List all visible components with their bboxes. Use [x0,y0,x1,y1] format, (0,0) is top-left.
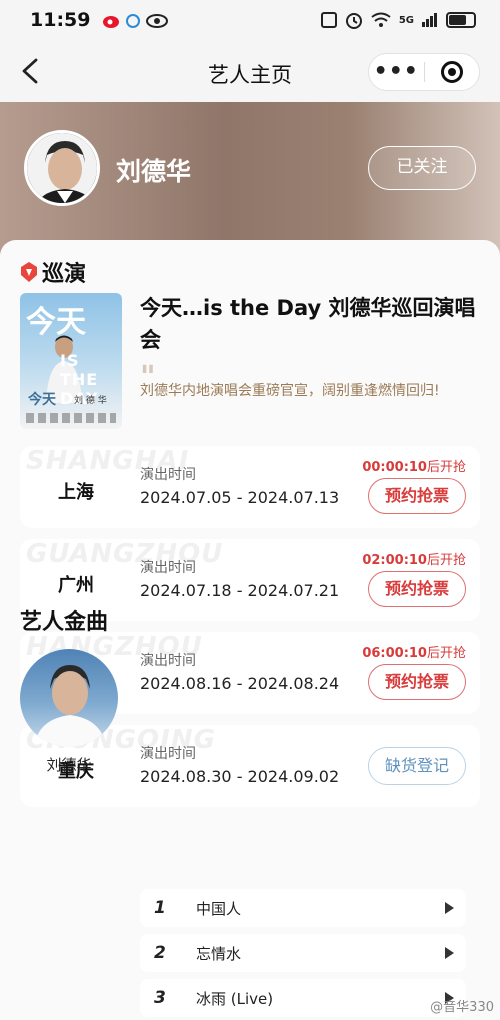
city-card-shanghai: SHANGHAI 上海 演出时间 2024.07.05 - 2024.07.13… [20,446,480,528]
concert-poster[interactable]: 今天 IS THE DAY 今天 刘 德 华 [20,293,122,429]
song-name: 冰雨 (Live) [196,990,274,1008]
eye-icon [146,14,168,28]
wifi-icon [371,12,391,27]
song-name: 中国人 [196,900,242,918]
status-bar: 11:59 5G [0,0,500,42]
countdown: 00:00:10后开抢 [362,460,466,475]
reserve-ticket-button[interactable]: 预约抢票 [368,478,466,514]
tour-header: 巡演 [20,256,86,288]
follow-button[interactable]: 已关注 [368,146,476,190]
mini-program-capsule: ••• [368,53,480,91]
poster-sponsor-logos [26,413,116,423]
song-row[interactable]: 2 忘情水 [140,934,466,972]
weibo-icon [103,16,119,28]
status-time: 11:59 [30,9,91,31]
notification-icons [102,13,168,29]
songs-section-title: 艺人金曲 [20,610,109,635]
show-title[interactable]: 今天…is the Day 刘德华巡回演唱会 [140,292,480,356]
date-label: 演出时间 [140,653,196,669]
battery-icon [446,12,476,28]
date-range: 2024.07.05 - 2024.07.13 [140,488,340,507]
poster-subtitle: 今天 [28,392,56,408]
song-row[interactable]: 1 中国人 [140,889,466,927]
songs-artist-name: 刘德华 [46,756,92,774]
song-rank: 3 [154,988,166,1008]
date-range: 2024.08.30 - 2024.09.02 [140,767,340,786]
reserve-ticket-button[interactable]: 预约抢票 [368,664,466,700]
song-name: 忘情水 [196,945,242,963]
watermark-text: @音华330 [430,1000,494,1015]
out-of-stock-register-button[interactable]: 缺货登记 [368,747,466,785]
show-tagline: 刘德华内地演唱会重磅官宣，阔别重逢燃情回归! [140,383,440,399]
countdown: 06:00:10后开抢 [362,646,466,661]
system-icons: 5G [320,11,476,29]
countdown: 02:00:10后开抢 [362,553,466,568]
nav-bar: 艺人主页 ••• [0,42,500,102]
date-label: 演出时间 [140,746,196,762]
reserve-ticket-button[interactable]: 预约抢票 [368,571,466,607]
tour-logo-icon [21,262,37,282]
app-notification-icon [126,14,140,28]
date-label: 演出时间 [140,467,196,483]
date-range: 2024.08.16 - 2024.08.24 [140,674,340,693]
more-dots-icon[interactable]: ••• [369,61,424,83]
song-rank: 2 [154,943,166,963]
network-label: 5G [398,14,414,26]
date-range: 2024.07.18 - 2024.07.21 [140,581,340,600]
nfc-icon [320,12,337,28]
songs-artist-avatar[interactable] [20,649,118,747]
poster-artist: 刘 德 华 [74,396,107,406]
alarm-icon [345,13,362,29]
play-icon[interactable] [445,947,454,959]
date-label: 演出时间 [140,560,196,576]
tour-section-label: 巡演 [42,262,87,287]
city-name: 广州 [58,575,94,596]
song-row[interactable]: 3 冰雨 (Live) [140,979,466,1017]
song-rank: 1 [154,898,166,918]
target-icon[interactable] [424,61,479,83]
artist-name: 刘德华 [116,157,192,186]
signal-icon [422,13,437,27]
avatar [24,130,100,206]
play-icon[interactable] [445,902,454,914]
city-name: 上海 [58,482,94,503]
